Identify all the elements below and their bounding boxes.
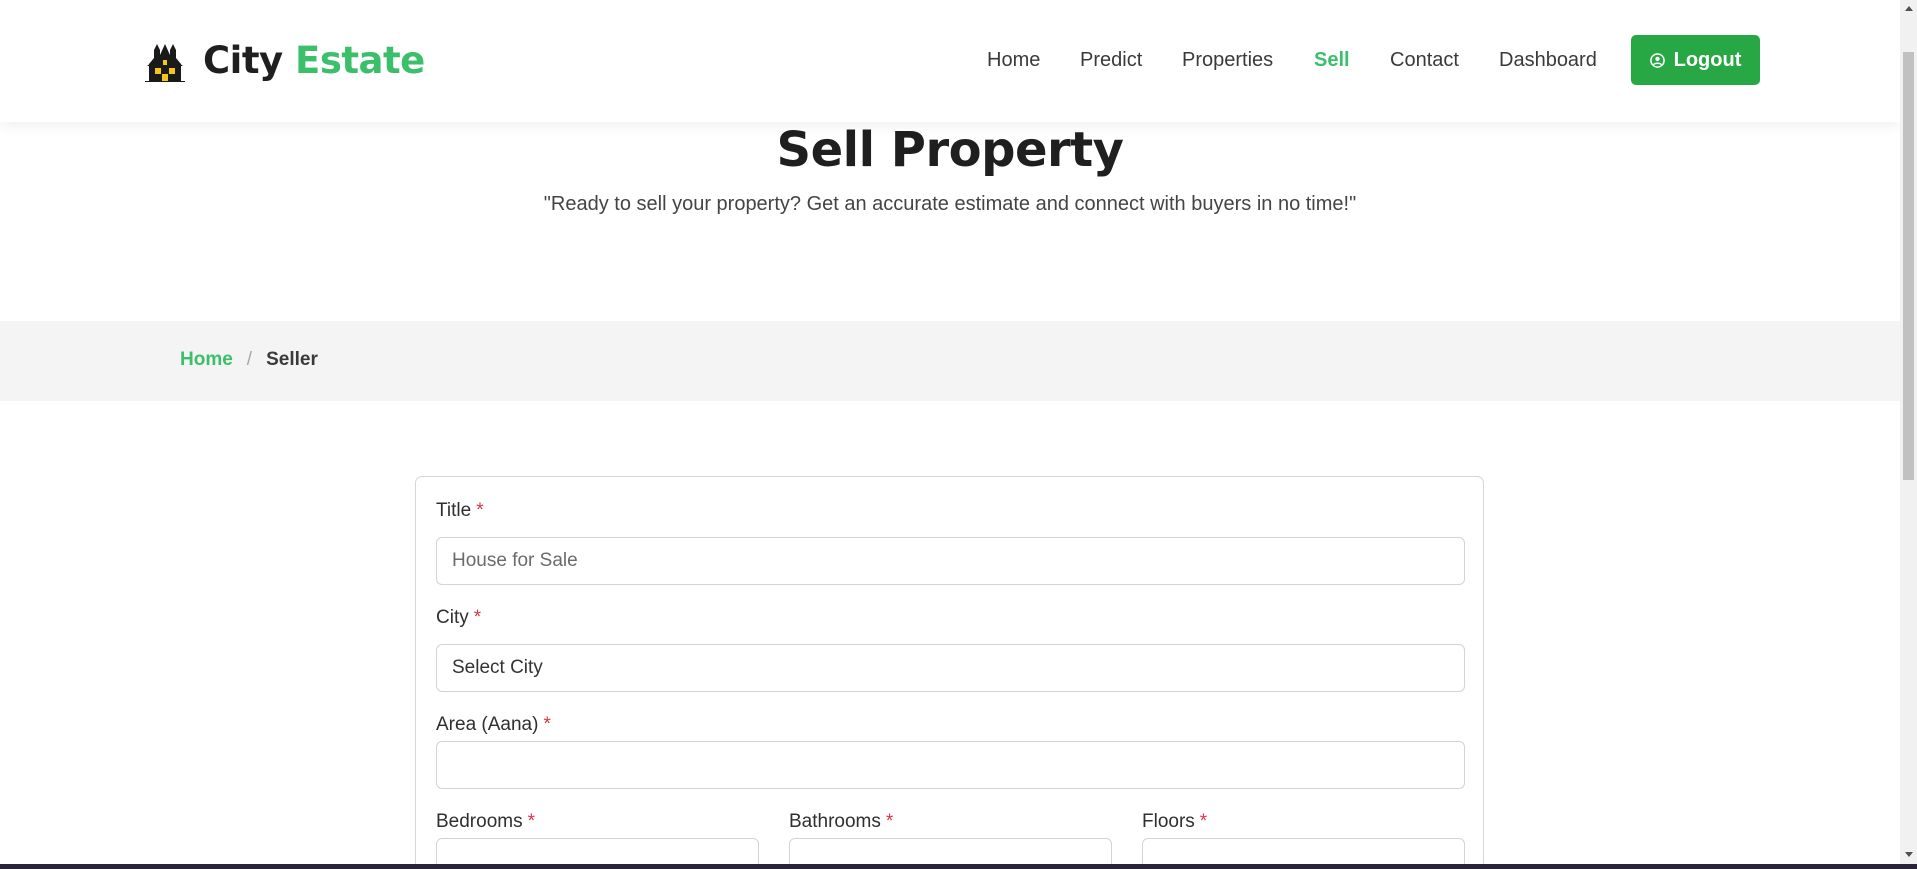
nav-item-sell[interactable]: Sell	[1314, 45, 1350, 75]
page-title: Sell Property	[776, 122, 1124, 178]
nav-item-properties[interactable]: Properties	[1182, 45, 1273, 75]
floors-label: Floors *	[1142, 811, 1207, 833]
taskbar-edge	[0, 864, 1917, 869]
area-required-marker: *	[543, 714, 551, 735]
bathrooms-input[interactable]	[789, 838, 1112, 864]
city-label-text: City	[436, 607, 469, 628]
bathrooms-required-marker: *	[885, 811, 894, 832]
area-label-text: Area (Aana)	[436, 714, 539, 735]
logout-label: Logout	[1673, 48, 1742, 71]
scroll-down-arrow-icon[interactable]	[1905, 852, 1913, 857]
bedrooms-input[interactable]	[436, 838, 759, 864]
floors-label-text: Floors	[1142, 811, 1195, 832]
breadcrumb-separator: /	[246, 349, 253, 370]
bathrooms-label: Bathrooms *	[789, 811, 893, 833]
user-circle-icon	[1649, 52, 1665, 68]
area-input[interactable]	[436, 741, 1465, 789]
title-label: Title *	[436, 500, 484, 522]
bathrooms-label-text: Bathrooms	[789, 811, 881, 832]
breadcrumb-band: Home / Seller	[0, 321, 1900, 401]
page-viewport: City Estate Home Predict Properties Sell…	[0, 0, 1900, 864]
floors-input[interactable]	[1142, 838, 1465, 864]
city-select[interactable]: Select City	[436, 644, 1465, 692]
nav-item-predict[interactable]: Predict	[1080, 45, 1142, 75]
nav-item-contact[interactable]: Contact	[1390, 45, 1459, 75]
breadcrumb: Home / Seller	[180, 349, 318, 371]
title-required-marker: *	[476, 500, 484, 521]
title-label-text: Title	[436, 500, 472, 521]
logout-button[interactable]: Logout	[1631, 35, 1760, 85]
bedrooms-required-marker: *	[527, 811, 536, 832]
vertical-scrollbar[interactable]	[1900, 0, 1917, 864]
title-input[interactable]: House for Sale	[436, 537, 1465, 585]
sell-property-form: Title * House for Sale City * Select City …	[415, 476, 1484, 864]
top-navbar: City Estate Home Predict Properties Sell…	[0, 0, 1900, 122]
nav-item-home[interactable]: Home	[987, 45, 1040, 75]
page-subtitle: "Ready to sell your property? Get an acc…	[543, 193, 1357, 215]
scroll-up-arrow-icon[interactable]	[1905, 6, 1913, 11]
breadcrumb-current: Seller	[266, 349, 318, 370]
area-label: Area (Aana) *	[436, 714, 551, 736]
bedrooms-label-text: Bedrooms	[436, 811, 523, 832]
city-label: City *	[436, 607, 481, 629]
bedrooms-label: Bedrooms *	[436, 811, 535, 833]
breadcrumb-home-link[interactable]: Home	[180, 349, 233, 371]
nav-item-dashboard[interactable]: Dashboard	[1499, 45, 1597, 75]
scrollbar-thumb[interactable]	[1903, 52, 1914, 480]
floors-required-marker: *	[1199, 811, 1208, 832]
main-nav: Home Predict Properties Sell Contact Das…	[0, 45, 1900, 75]
city-required-marker: *	[473, 607, 482, 628]
